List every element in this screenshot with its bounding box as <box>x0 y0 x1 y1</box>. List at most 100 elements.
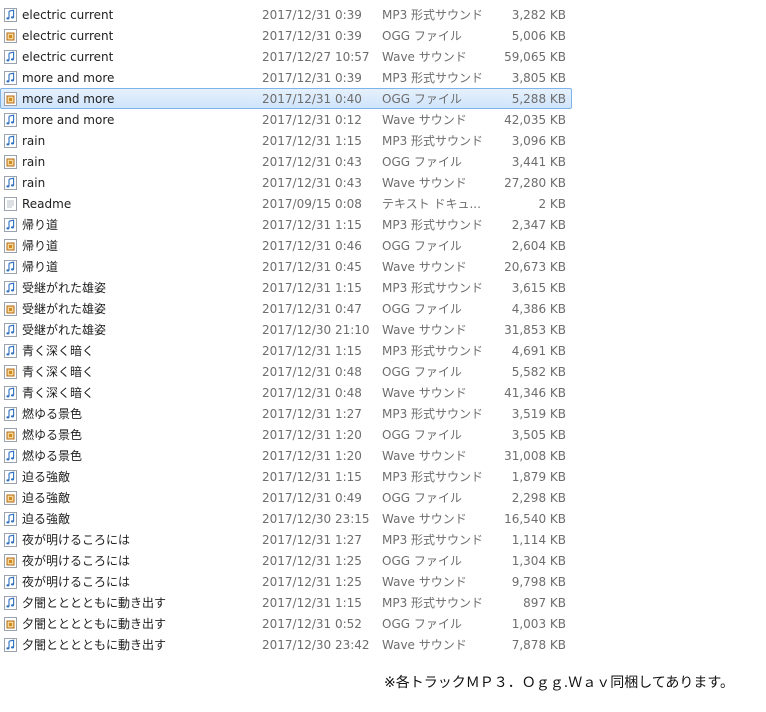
file-type: OGG ファイル <box>382 554 462 568</box>
file-row[interactable]: 夕闇とととともに動き出す 2017/12/31 1:15 MP3 形式サウンド 897… <box>0 592 572 613</box>
ogg-file-icon <box>4 554 17 568</box>
file-type: MP3 形式サウンド <box>382 407 484 421</box>
file-date-modified: 2017/12/31 0:49 <box>262 491 362 505</box>
file-type: MP3 形式サウンド <box>382 8 484 22</box>
file-size: 2,604 KB <box>511 239 566 253</box>
file-row[interactable]: 燃ゆる景色 2017/12/31 1:27 MP3 形式サウンド 3,519 KB <box>0 403 572 424</box>
file-date-modified: 2017/12/31 0:43 <box>262 155 362 169</box>
file-row[interactable]: more and more 2017/12/31 0:39 MP3 形式サウンド 3,… <box>0 67 572 88</box>
file-row[interactable]: 夜が明けるころには 2017/12/31 1:25 OGG ファイル 1,304 KB <box>0 550 572 571</box>
file-date-modified: 2017/12/30 21:10 <box>262 323 370 337</box>
file-row[interactable]: 燃ゆる景色 2017/12/31 1:20 Wave サウンド 31,008 KB <box>0 445 572 466</box>
file-date-modified: 2017/12/31 1:20 <box>262 449 362 463</box>
file-row[interactable]: rain 2017/12/31 0:43 OGG ファイル 3,441 KB <box>0 151 572 172</box>
file-type: Wave サウンド <box>382 113 467 127</box>
file-row[interactable]: 青く深く暗く 2017/12/31 0:48 OGG ファイル 5,582 KB <box>0 361 572 382</box>
file-row[interactable]: rain 2017/12/31 0:43 Wave サウンド 27,280 KB <box>0 172 572 193</box>
wave-audio-icon <box>4 575 17 589</box>
file-type: MP3 形式サウンド <box>382 134 484 148</box>
file-name: 受継がれた雄姿 <box>22 323 107 337</box>
file-type: OGG ファイル <box>382 491 462 505</box>
file-name: 夜が明けるころには <box>22 554 131 568</box>
file-name: 迫る強敵 <box>22 470 71 484</box>
wave-audio-icon <box>4 323 17 337</box>
file-date-modified: 2017/12/31 1:15 <box>262 344 362 358</box>
mp3-audio-icon <box>4 8 17 22</box>
file-size: 1,003 KB <box>511 617 566 631</box>
file-row[interactable]: 夜が明けるころには 2017/12/31 1:27 MP3 形式サウンド 1,114 … <box>0 529 572 550</box>
file-date-modified: 2017/12/31 1:25 <box>262 575 362 589</box>
file-row[interactable]: 帰り道 2017/12/31 1:15 MP3 形式サウンド 2,347 KB <box>0 214 572 235</box>
file-size: 3,096 KB <box>511 134 566 148</box>
file-name: 夕闇とととともに動き出す <box>22 617 167 631</box>
mp3-audio-icon <box>4 71 17 85</box>
file-row[interactable]: 夜が明けるころには 2017/12/31 1:25 Wave サウンド 9,798 K… <box>0 571 572 592</box>
file-type: Wave サウンド <box>382 449 467 463</box>
file-date-modified: 2017/12/31 0:45 <box>262 260 362 274</box>
file-row[interactable]: 迫る強敵 2017/12/30 23:15 Wave サウンド 16,540 KB <box>0 508 572 529</box>
file-row[interactable]: 迫る強敵 2017/12/31 1:15 MP3 形式サウンド 1,879 KB <box>0 466 572 487</box>
file-name: 夕闇とととともに動き出す <box>22 638 167 652</box>
file-row[interactable]: 青く深く暗く 2017/12/31 0:48 Wave サウンド 41,346 KB <box>0 382 572 403</box>
mp3-audio-icon <box>4 281 17 295</box>
file-name: 夕闇とととともに動き出す <box>22 596 167 610</box>
file-date-modified: 2017/12/31 1:15 <box>262 470 362 484</box>
file-size: 3,615 KB <box>511 281 566 295</box>
file-name: 燃ゆる景色 <box>22 407 83 421</box>
file-date-modified: 2017/12/31 0:46 <box>262 239 362 253</box>
file-name: electric current <box>22 29 114 43</box>
file-row[interactable]: 夕闇とととともに動き出す 2017/12/31 0:52 OGG ファイル 1,003… <box>0 613 572 634</box>
file-row[interactable]: more and more 2017/12/31 0:12 Wave サウンド 42,… <box>0 109 572 130</box>
file-size: 5,006 KB <box>511 29 566 43</box>
file-date-modified: 2017/12/31 0:12 <box>262 113 362 127</box>
file-date-modified: 2017/12/27 10:57 <box>262 50 370 64</box>
file-name: 帰り道 <box>22 218 59 232</box>
file-type: テキスト ドキュ... <box>382 197 481 211</box>
file-list: electric current 2017/12/31 0:39 MP3 形式サウン… <box>0 4 572 655</box>
mp3-audio-icon <box>4 596 17 610</box>
file-row[interactable]: electric current 2017/12/31 0:39 OGG ファイル 5… <box>0 25 572 46</box>
file-row[interactable]: 受継がれた雄姿 2017/12/31 0:47 OGG ファイル 4,386 KB <box>0 298 572 319</box>
file-name: 燃ゆる景色 <box>22 449 83 463</box>
file-row[interactable]: 帰り道 2017/12/31 0:46 OGG ファイル 2,604 KB <box>0 235 572 256</box>
file-row[interactable]: 迫る強敵 2017/12/31 0:49 OGG ファイル 2,298 KB <box>0 487 572 508</box>
file-size: 31,853 KB <box>504 323 566 337</box>
file-name: rain <box>22 155 46 169</box>
file-row[interactable]: 夕闇とととともに動き出す 2017/12/30 23:42 Wave サウンド 7,8… <box>0 634 572 655</box>
ogg-file-icon <box>4 302 17 316</box>
file-type: MP3 形式サウンド <box>382 218 484 232</box>
file-row[interactable]: rain 2017/12/31 1:15 MP3 形式サウンド 3,096 KB <box>0 130 572 151</box>
file-size: 3,505 KB <box>511 428 566 442</box>
file-size: 31,008 KB <box>504 449 566 463</box>
file-date-modified: 2017/12/31 1:15 <box>262 596 362 610</box>
file-size: 1,114 KB <box>511 533 566 547</box>
file-size: 9,798 KB <box>511 575 566 589</box>
file-row[interactable]: electric current 2017/12/27 10:57 Wave サウン… <box>0 46 572 67</box>
ogg-file-icon <box>4 617 17 631</box>
wave-audio-icon <box>4 512 17 526</box>
file-name: 青く深く暗く <box>22 386 95 400</box>
file-date-modified: 2017/12/31 0:43 <box>262 176 362 190</box>
file-size: 5,288 KB <box>511 92 566 106</box>
file-type: Wave サウンド <box>382 512 467 526</box>
file-row[interactable]: 受継がれた雄姿 2017/12/31 1:15 MP3 形式サウンド 3,615 KB <box>0 277 572 298</box>
file-row[interactable]: Readme 2017/09/15 0:08 テキスト ドキュ... 2 KB <box>0 193 572 214</box>
file-row[interactable]: 燃ゆる景色 2017/12/31 1:20 OGG ファイル 3,505 KB <box>0 424 572 445</box>
file-size: 5,582 KB <box>511 365 566 379</box>
file-row[interactable]: 青く深く暗く 2017/12/31 1:15 MP3 形式サウンド 4,691 KB <box>0 340 572 361</box>
file-size: 42,035 KB <box>504 113 566 127</box>
file-date-modified: 2017/12/31 1:15 <box>262 134 362 148</box>
ogg-file-icon <box>4 491 17 505</box>
file-row[interactable]: 受継がれた雄姿 2017/12/30 21:10 Wave サウンド 31,853 K… <box>0 319 572 340</box>
file-size: 4,691 KB <box>511 344 566 358</box>
file-type: Wave サウンド <box>382 575 467 589</box>
file-row[interactable]: 帰り道 2017/12/31 0:45 Wave サウンド 20,673 KB <box>0 256 572 277</box>
file-row[interactable]: electric current 2017/12/31 0:39 MP3 形式サウン… <box>0 4 572 25</box>
mp3-audio-icon <box>4 344 17 358</box>
ogg-file-icon <box>4 428 17 442</box>
wave-audio-icon <box>4 386 17 400</box>
file-size: 20,673 KB <box>504 260 566 274</box>
file-date-modified: 2017/12/31 1:15 <box>262 218 362 232</box>
file-date-modified: 2017/12/31 1:27 <box>262 407 362 421</box>
file-row[interactable]: more and more 2017/12/31 0:40 OGG ファイル 5,28… <box>0 88 572 109</box>
